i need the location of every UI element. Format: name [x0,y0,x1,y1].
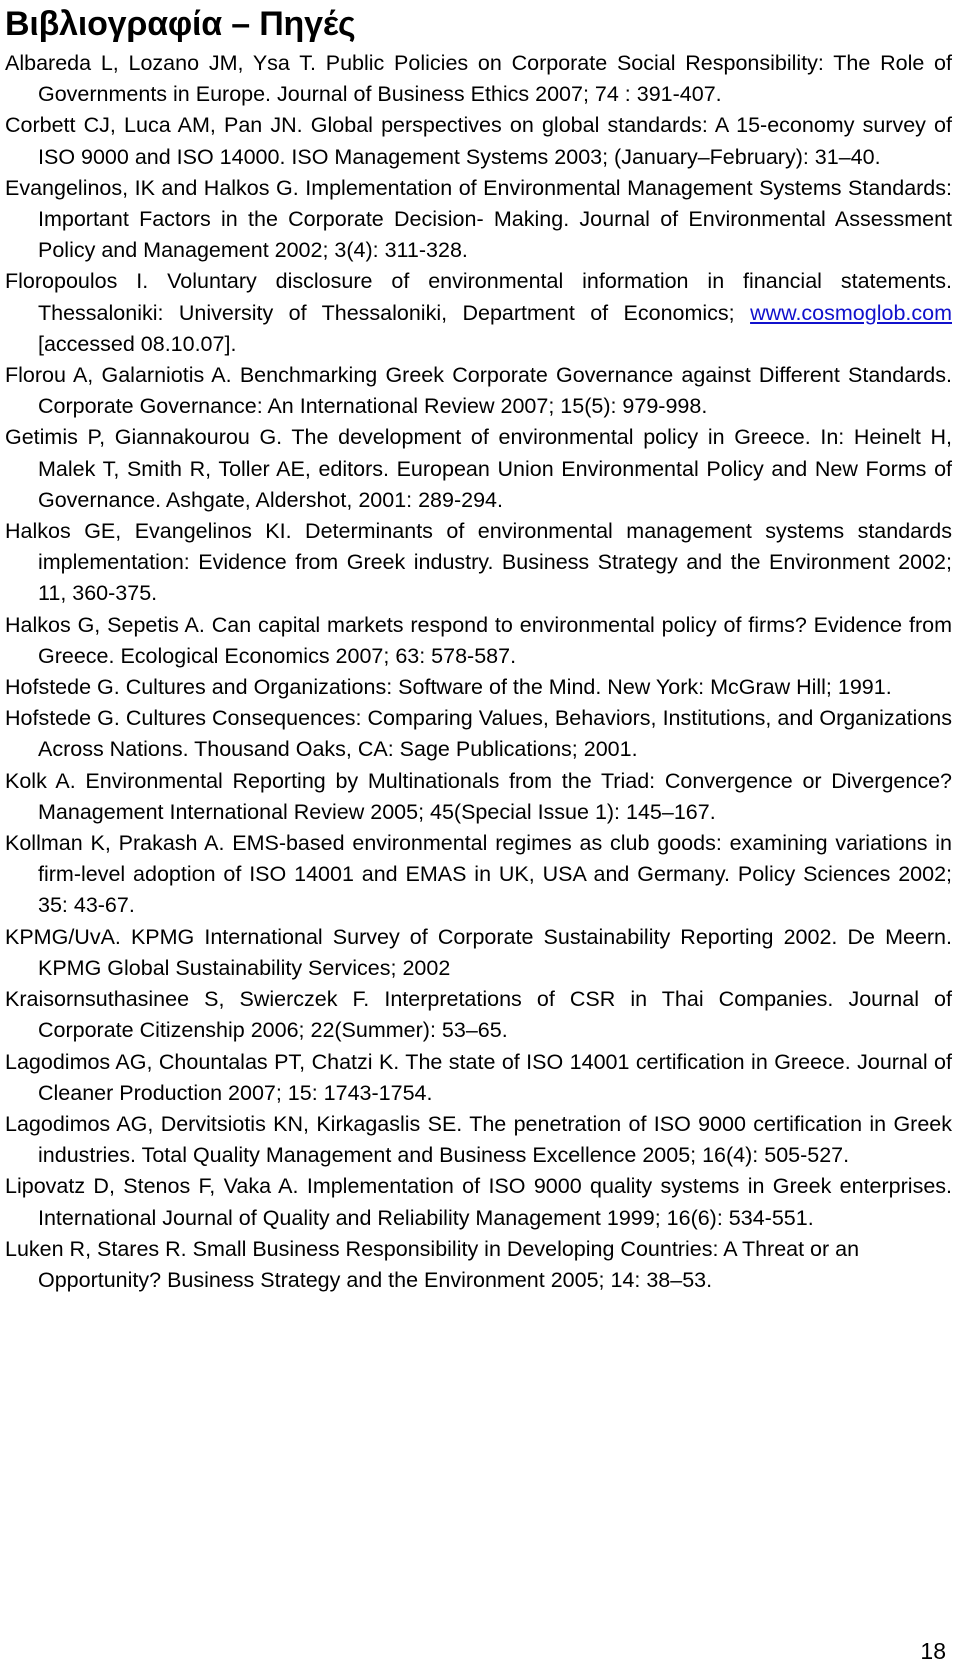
reference-item: Halkos G, Sepetis A. Can capital markets… [5,612,952,668]
reference-item: Halkos GE, Evangelinos KI. Determinants … [5,519,952,606]
reference-item: Albareda L, Lozano JM, Ysa T. Public Pol… [5,51,952,107]
reference-item: Hofstede G. Cultures Consequences: Compa… [5,706,952,762]
reference-item: Luken R, Stares R. Small Business Respon… [5,1236,860,1292]
cosmoglob-link[interactable]: www.cosmoglob.com [750,301,952,325]
reference-text-suffix: [accessed 08.10.07]. [38,331,237,356]
bibliography-list: Albareda L, Lozano JM, Ysa T. Public Pol… [5,48,952,1296]
reference-item: Hofstede G. Cultures and Organizations: … [5,675,892,700]
reference-item: Lagodimos AG, Chountalas PT, Chatzi K. T… [5,1049,952,1105]
reference-item: Lipovatz D, Stenos F, Vaka A. Implementa… [5,1174,952,1230]
reference-item: Florou A, Galarniotis A. Benchmarking Gr… [5,363,952,419]
page-number: 18 [920,1638,946,1664]
reference-item: Kollman K, Prakash A. EMS-based environm… [5,831,952,918]
reference-item: Corbett CJ, Luca AM, Pan JN. Global pers… [5,113,952,169]
reference-item: Kraisornsuthasinee S, Swierczek F. Inter… [5,987,952,1043]
document-page: Βιβλιογραφία – Πηγές Albareda L, Lozano … [0,0,960,1673]
reference-item: Kolk A. Environmental Reporting by Multi… [5,768,952,824]
reference-item: Getimis P, Giannakourou G. The developme… [5,425,952,512]
reference-item: Lagodimos AG, Dervitsiotis KN, Kirkagasl… [5,1111,952,1168]
reference-item: Floropoulos I. Voluntary disclosure of e… [5,266,952,360]
reference-item: Evangelinos, IK and Halkos G. Implementa… [5,175,952,263]
reference-item: KPMG/UvA. KPMG International Survey of C… [5,924,952,980]
page-title: Βιβλιογραφία – Πηγές [5,5,356,43]
